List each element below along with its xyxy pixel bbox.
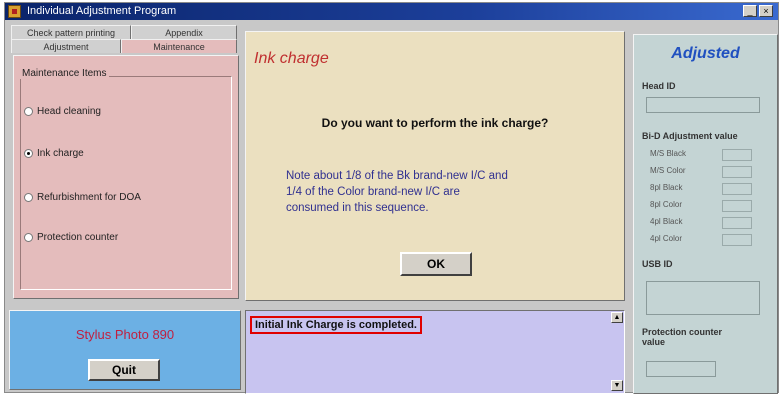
bi-d-value — [722, 183, 752, 195]
panel-heading: Ink charge — [254, 50, 329, 67]
scroll-down-icon[interactable]: ▼ — [611, 380, 623, 391]
usb-id-label: USB ID — [642, 259, 673, 269]
radio-indicator — [24, 233, 33, 242]
message-area[interactable]: Initial Ink Charge is completed. ▲ ▼ — [245, 310, 625, 394]
minimize-button[interactable]: _ — [743, 5, 757, 17]
model-panel: Stylus Photo 890 Quit — [9, 310, 241, 390]
window-title: Individual Adjustment Program — [27, 5, 177, 17]
bi-d-row-label: 4pl Black — [650, 217, 683, 226]
tab-adjustment[interactable]: Adjustment — [11, 39, 121, 53]
tab-maintenance[interactable]: Maintenance — [121, 39, 237, 53]
title-bar: Individual Adjustment Program _ × — [5, 3, 778, 20]
radio-ink-charge[interactable]: Ink charge — [24, 148, 84, 159]
maintenance-group-label: Maintenance Items — [20, 68, 109, 79]
adjusted-title: Adjusted — [671, 45, 740, 62]
bi-d-value — [722, 200, 752, 212]
bi-d-value — [722, 149, 752, 161]
radio-head-cleaning[interactable]: Head cleaning — [24, 106, 101, 117]
note-line: 1/4 of the Color brand-new I/C are — [286, 186, 460, 198]
bi-d-row-label: M/S Color — [650, 166, 686, 175]
head-id-field — [646, 97, 760, 113]
radio-indicator — [24, 107, 33, 116]
bi-d-value — [722, 234, 752, 246]
note-line: Note about 1/8 of the Bk brand-new I/C a… — [286, 170, 508, 182]
quit-button[interactable]: Quit — [88, 359, 160, 381]
radio-label: Ink charge — [37, 148, 84, 159]
ink-note: Note about 1/8 of the Bk brand-new I/C a… — [286, 168, 586, 216]
protection-counter-field — [646, 361, 716, 377]
tab-row-2: Adjustment Maintenance — [11, 39, 237, 53]
bi-d-value — [722, 166, 752, 178]
app-window: Individual Adjustment Program _ × Check … — [4, 2, 779, 394]
head-id-label: Head ID — [642, 81, 676, 91]
bi-d-value — [722, 217, 752, 229]
confirm-question: Do you want to perform the ink charge? — [321, 116, 549, 130]
model-name: Stylus Photo 890 — [75, 327, 175, 342]
ok-button[interactable]: OK — [400, 252, 472, 276]
message-scrollbar[interactable]: ▲ ▼ — [611, 312, 623, 392]
radio-indicator — [24, 193, 33, 202]
bi-d-label: Bi-D Adjustment value — [642, 131, 738, 141]
bi-d-row: 4pl Color — [650, 234, 760, 246]
label-line: value — [642, 337, 666, 347]
app-icon — [8, 5, 21, 18]
protection-counter-label: Protection counter value — [642, 327, 722, 347]
adjusted-panel: Adjusted Head ID Bi-D Adjustment value M… — [633, 34, 778, 394]
bi-d-row: 8pl Color — [650, 200, 760, 212]
radio-indicator-selected — [24, 149, 33, 158]
bi-d-row: M/S Black — [650, 149, 760, 161]
ink-charge-panel: Ink charge Do you want to perform the in… — [245, 31, 625, 301]
tab-appendix[interactable]: Appendix — [131, 25, 237, 39]
close-button[interactable]: × — [759, 5, 773, 17]
radio-label: Head cleaning — [37, 106, 101, 117]
bi-d-row: 8pl Black — [650, 183, 760, 195]
tab-row-1: Check pattern printing Appendix — [11, 25, 237, 39]
radio-label: Protection counter — [37, 232, 121, 243]
maintenance-page: Maintenance Items Head cleaning Ink char… — [13, 55, 239, 299]
usb-id-field — [646, 281, 760, 315]
tab-check-pattern[interactable]: Check pattern printing — [11, 25, 131, 39]
radio-label: Refurbishment for DOA — [37, 192, 141, 203]
scroll-up-icon[interactable]: ▲ — [611, 312, 623, 323]
bi-d-row-label: M/S Black — [650, 149, 687, 158]
bi-d-row-label: 4pl Color — [650, 234, 683, 243]
status-message: Initial Ink Charge is completed. — [250, 316, 422, 334]
bi-d-row: M/S Color — [650, 166, 760, 178]
bi-d-row-label: 8pl Black — [650, 183, 683, 192]
note-line: consumed in this sequence. — [286, 202, 429, 214]
label-line: Protection counter — [642, 327, 723, 337]
radio-refurbishment[interactable]: Refurbishment for DOA — [24, 192, 141, 203]
bi-d-row-label: 8pl Color — [650, 200, 683, 209]
left-panel: Check pattern printing Appendix Adjustme… — [9, 23, 241, 301]
bi-d-row: 4pl Black — [650, 217, 760, 229]
radio-protection-counter[interactable]: Protection counter — [24, 232, 121, 243]
